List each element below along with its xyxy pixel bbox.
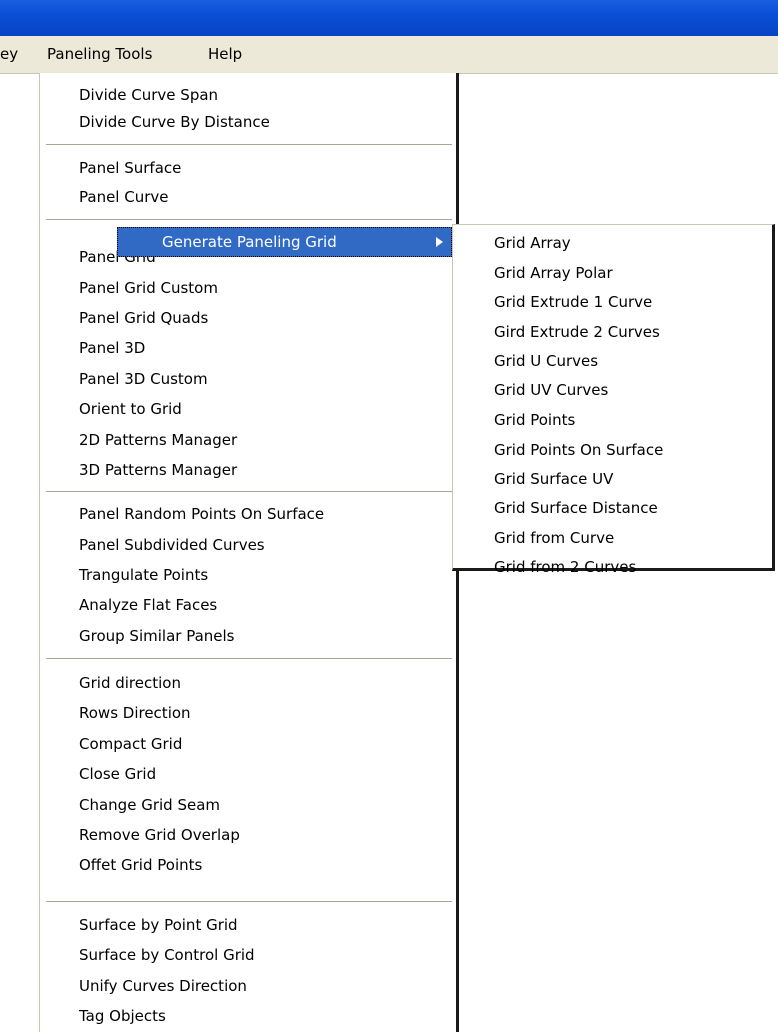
menu-item-surface-by-control-grid[interactable]: Surface by Control Grid [79, 942, 255, 969]
submenu-item-grid-u-curves[interactable]: Grid U Curves [494, 348, 598, 375]
submenu-item-grid-points-on-surface[interactable]: Grid Points On Surface [494, 437, 663, 464]
menu-item-grid-direction[interactable]: Grid direction [79, 670, 181, 697]
menu-item-rows-direction[interactable]: Rows Direction [79, 700, 191, 727]
menu-item-remove-grid-overlap[interactable]: Remove Grid Overlap [79, 822, 240, 849]
menubar-item-help[interactable]: Help [208, 44, 242, 64]
submenu-item-grid-uv-curves[interactable]: Grid UV Curves [494, 377, 608, 404]
menu-item-analyze-flat-faces[interactable]: Analyze Flat Faces [79, 592, 217, 619]
menu-item-orient-to-grid[interactable]: Orient to Grid [79, 396, 182, 423]
chevron-right-icon [436, 237, 443, 247]
menu-bar: ey Paneling Tools Help [0, 36, 778, 74]
menu-item-surface-by-point-grid[interactable]: Surface by Point Grid [79, 912, 238, 939]
menu-item-trangulate-points[interactable]: Trangulate Points [79, 562, 208, 589]
menu-item-unify-curves-direction[interactable]: Unify Curves Direction [79, 973, 247, 1000]
submenu-item-grid-array-polar[interactable]: Grid Array Polar [494, 260, 613, 287]
menu-item-panel-grid-quads[interactable]: Panel Grid Quads [79, 305, 208, 332]
menu-item-panel-surface[interactable]: Panel Surface [79, 155, 181, 182]
menu-item-tag-objects[interactable]: Tag Objects [79, 1003, 166, 1030]
paneling-tools-menu: Divide Curve Span Divide Curve By Distan… [39, 73, 459, 1032]
menu-separator [46, 491, 452, 493]
submenu-item-grid-surface-distance[interactable]: Grid Surface Distance [494, 495, 658, 522]
menubar-item-paneling-tools[interactable]: Paneling Tools [47, 44, 152, 64]
menu-item-panel-3d-custom[interactable]: Panel 3D Custom [79, 366, 208, 393]
menu-separator [46, 219, 452, 221]
menu-item-close-grid[interactable]: Close Grid [79, 761, 156, 788]
submenu-item-grid-surface-uv[interactable]: Grid Surface UV [494, 466, 613, 493]
menu-separator [46, 658, 452, 660]
menu-item-panel-curve[interactable]: Panel Curve [79, 184, 169, 211]
menu-item-change-grid-seam[interactable]: Change Grid Seam [79, 792, 220, 819]
menu-item-offet-grid-points[interactable]: Offet Grid Points [79, 852, 202, 879]
submenu-item-gird-extrude-2-curves[interactable]: Gird Extrude 2 Curves [494, 319, 660, 346]
menu-item-compact-grid[interactable]: Compact Grid [79, 731, 182, 758]
menu-item-panel-3d[interactable]: Panel 3D [79, 335, 145, 362]
window-title-bar[interactable] [0, 0, 778, 36]
menu-separator [46, 144, 452, 146]
menu-item-panel-grid-custom[interactable]: Panel Grid Custom [79, 275, 218, 302]
menubar-item-partial[interactable]: ey [0, 44, 18, 64]
submenu-item-grid-from-curve[interactable]: Grid from Curve [494, 525, 614, 552]
menu-item-2d-patterns-manager[interactable]: 2D Patterns Manager [79, 427, 237, 454]
menu-item-3d-patterns-manager[interactable]: 3D Patterns Manager [79, 457, 237, 484]
menu-item-generate-paneling-grid[interactable]: Generate Paneling Grid [117, 227, 452, 257]
menu-item-panel-subdivided-curves[interactable]: Panel Subdivided Curves [79, 532, 265, 559]
menu-separator [46, 901, 452, 903]
menu-item-divide-curve-by-distance[interactable]: Divide Curve By Distance [79, 109, 270, 136]
menu-item-divide-curve-span[interactable]: Divide Curve Span [79, 82, 218, 109]
submenu-item-grid-points[interactable]: Grid Points [494, 407, 575, 434]
menu-item-label: Generate Paneling Grid [162, 233, 337, 251]
menu-item-group-similar-panels[interactable]: Group Similar Panels [79, 623, 234, 650]
submenu-item-grid-array[interactable]: Grid Array [494, 230, 571, 257]
submenu-item-grid-extrude-1-curve[interactable]: Grid Extrude 1 Curve [494, 289, 652, 316]
generate-paneling-grid-submenu: Grid Array Grid Array Polar Grid Extrude… [452, 224, 775, 576]
menu-item-panel-random-points-on-surface[interactable]: Panel Random Points On Surface [79, 501, 324, 528]
submenu-item-grid-from-2-curves[interactable]: Grid from 2 Curves [494, 554, 636, 581]
